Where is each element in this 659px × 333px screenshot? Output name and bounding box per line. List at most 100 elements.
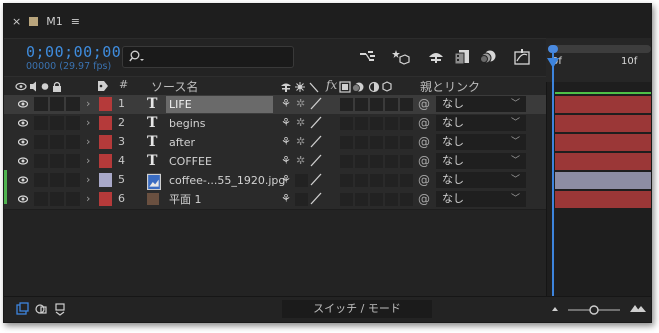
expand-chevron-icon[interactable]: ›	[86, 116, 90, 129]
parent-dropdown[interactable]: なし ﹀	[436, 115, 526, 131]
layer-duration-bar[interactable]	[555, 153, 651, 170]
panel-toggle-icons[interactable]	[16, 302, 72, 316]
zoom-slider[interactable]	[550, 302, 650, 316]
pick-whip-icon[interactable]: @	[418, 116, 430, 130]
3d-layer-switch[interactable]	[400, 193, 413, 206]
expand-chevron-icon[interactable]: ›	[86, 97, 90, 110]
audio-toggle[interactable]	[34, 173, 48, 187]
tab-m1[interactable]: × M1 ≡	[12, 12, 80, 30]
parent-dropdown[interactable]: なし ﹀	[436, 153, 526, 169]
parent-dropdown[interactable]: なし ﹀	[436, 96, 526, 112]
label-color[interactable]	[99, 97, 112, 111]
layer-name[interactable]: after	[166, 134, 195, 151]
collapse-switch-icon[interactable]: ✲	[296, 116, 305, 129]
layer-row[interactable]: › 4 T COFFEE ⚘ ✲ @ なし ﹀	[4, 152, 546, 172]
3d-layer-switch[interactable]	[400, 155, 413, 168]
quality-switch-icon[interactable]	[310, 154, 322, 167]
frame-blend-switch[interactable]	[355, 117, 368, 130]
lock-toggle[interactable]	[66, 135, 80, 149]
motion-blur-switch[interactable]	[370, 117, 383, 130]
quality-switch-icon[interactable]	[310, 192, 322, 205]
3d-layer-switch[interactable]	[400, 174, 413, 187]
quality-switch-icon[interactable]	[310, 97, 322, 110]
expand-chevron-icon[interactable]: ›	[86, 192, 90, 205]
visibility-eye-icon[interactable]	[18, 138, 28, 146]
label-color[interactable]	[99, 135, 112, 149]
shy-layers-icon[interactable]	[427, 48, 445, 66]
panel-menu-icon[interactable]: ≡	[71, 15, 80, 28]
label-color[interactable]	[99, 116, 112, 130]
solo-toggle[interactable]	[50, 192, 64, 206]
shy-switch-icon[interactable]: ⚘	[281, 154, 291, 167]
layer-row[interactable]: › 1 T LIFE ⚘ ✲ @ なし ﹀	[4, 95, 546, 115]
collapse-switch[interactable]	[295, 193, 308, 206]
motion-blur-switch[interactable]	[370, 193, 383, 206]
solo-toggle[interactable]	[50, 173, 64, 187]
adjustment-switch[interactable]	[385, 136, 398, 149]
adjustment-switch[interactable]	[385, 193, 398, 206]
layer-row[interactable]: › 2 Tbegins ⚘ ✲ @ なし ﹀	[4, 114, 546, 134]
expand-chevron-icon[interactable]: ›	[86, 135, 90, 148]
effects-switch[interactable]	[340, 193, 353, 206]
effects-switch[interactable]	[340, 136, 353, 149]
motion-blur-icon[interactable]	[479, 48, 497, 66]
label-color[interactable]	[99, 192, 112, 206]
layer-row[interactable]: › 3 Tafter ⚘ ✲ @ なし ﹀	[4, 133, 546, 153]
pick-whip-icon[interactable]: @	[418, 135, 430, 149]
work-area-bar[interactable]	[548, 45, 651, 53]
3d-layer-switch[interactable]	[400, 98, 413, 111]
collapse-switch-icon[interactable]: ✲	[296, 97, 305, 110]
motion-blur-switch[interactable]	[370, 155, 383, 168]
effects-switch[interactable]	[340, 117, 353, 130]
layer-row[interactable]: › 5 coffee-...55_1920.jpg ⚘ @ なし ﹀	[4, 171, 546, 191]
pick-whip-icon[interactable]: @	[418, 97, 430, 111]
layer-name[interactable]: LIFE	[166, 96, 273, 113]
audio-toggle[interactable]	[34, 192, 48, 206]
visibility-eye-icon[interactable]	[18, 119, 28, 127]
solo-toggle[interactable]	[50, 135, 64, 149]
motion-blur-switch[interactable]	[370, 98, 383, 111]
frame-blend-switch[interactable]	[355, 136, 368, 149]
visibility-eye-icon[interactable]	[18, 176, 28, 184]
lock-toggle[interactable]	[66, 173, 80, 187]
layer-name[interactable]: begins	[166, 115, 206, 132]
collapse-switch-icon[interactable]: ✲	[296, 154, 305, 167]
source-name-header[interactable]: ソース名	[151, 78, 198, 95]
collapse-switch[interactable]	[295, 174, 308, 187]
visibility-eye-icon[interactable]	[18, 157, 28, 165]
audio-toggle[interactable]	[34, 97, 48, 111]
effects-switch[interactable]	[340, 174, 353, 187]
expand-chevron-icon[interactable]: ›	[86, 154, 90, 167]
pick-whip-icon[interactable]: @	[418, 173, 430, 187]
label-color[interactable]	[99, 154, 112, 168]
parent-dropdown[interactable]: なし ﹀	[436, 191, 526, 207]
shy-switch-icon[interactable]: ⚘	[281, 173, 291, 186]
label-color[interactable]	[99, 173, 112, 187]
current-time[interactable]: 0;00;00;00	[26, 43, 121, 61]
3d-layer-switch[interactable]	[400, 136, 413, 149]
motion-blur-switch[interactable]	[370, 174, 383, 187]
visibility-eye-icon[interactable]	[18, 100, 28, 108]
frame-blend-switch[interactable]	[355, 193, 368, 206]
lock-toggle[interactable]	[66, 116, 80, 130]
layer-duration-bar[interactable]	[555, 191, 651, 208]
adjustment-switch[interactable]	[385, 174, 398, 187]
comp-flowchart-icon[interactable]	[359, 48, 377, 66]
collapse-switch-icon[interactable]: ✲	[296, 135, 305, 148]
audio-toggle[interactable]	[34, 116, 48, 130]
3d-layer-switch[interactable]	[400, 117, 413, 130]
layer-name[interactable]: coffee-...55_1920.jpg	[166, 172, 285, 189]
search-input[interactable]	[122, 46, 294, 68]
effects-switch[interactable]	[340, 98, 353, 111]
shy-switch-icon[interactable]: ⚘	[281, 116, 291, 129]
quality-switch-icon[interactable]	[310, 135, 322, 148]
quality-switch-icon[interactable]	[310, 116, 322, 129]
frame-blend-switch[interactable]	[355, 155, 368, 168]
switch-mode-toggle[interactable]: スイッチ / モード	[282, 300, 432, 318]
solo-toggle[interactable]	[50, 116, 64, 130]
frame-blend-switch[interactable]	[355, 98, 368, 111]
effects-switch[interactable]	[340, 155, 353, 168]
layer-duration-bar[interactable]	[555, 115, 651, 132]
layer-name[interactable]: COFFEE	[166, 153, 212, 170]
solo-toggle[interactable]	[50, 97, 64, 111]
